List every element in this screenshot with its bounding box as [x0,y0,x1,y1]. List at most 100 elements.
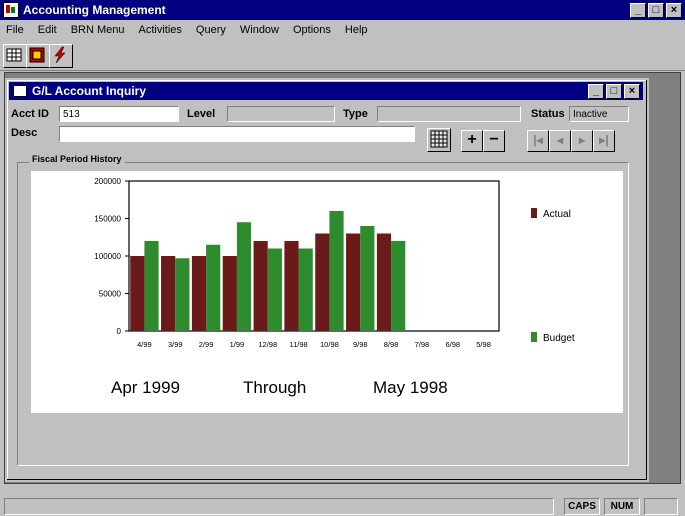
child-minimize-button[interactable]: _ [588,84,604,99]
child-title: G/L Account Inquiry [32,84,147,98]
caps-indicator: CAPS [564,498,600,515]
bar-actual-1 [161,256,176,331]
bar-budget-3 [236,222,252,331]
toolbar [0,40,685,71]
close-button[interactable]: × [666,3,682,18]
fiscal-period-label: Fiscal Period History [29,154,125,164]
maximize-button[interactable]: □ [648,3,664,18]
desc-field[interactable] [59,126,415,142]
bar-budget-6 [329,211,344,331]
bar-budget-5 [298,248,313,331]
chart-panel: 200000 150000 100000 50000 0 4/99 3/99 2/99 1/9… [31,171,623,413]
bar-actual-3 [222,256,237,331]
last-record-button[interactable]: ▸| [593,130,615,152]
bar-actual-6 [315,233,330,331]
add-record-button[interactable]: + [461,130,483,152]
bar-budget-8 [391,241,406,331]
prev-record-button[interactable]: ◂ [549,130,571,152]
menu-window[interactable]: Window [240,24,279,36]
app-window-buttons: _ □ × [628,3,682,18]
num-indicator: NUM [604,498,640,515]
y-tick-label: 0 [117,327,122,336]
menu-brn[interactable]: BRN Menu [71,24,125,36]
lightning-icon [54,46,66,64]
type-field[interactable] [377,106,521,122]
menu-activities[interactable]: Activities [139,24,182,36]
menu-options[interactable]: Options [293,24,331,36]
bar-budget-2 [206,244,221,331]
calculator-button[interactable] [427,128,451,152]
x-axis-labels: 4/99 3/99 2/99 1/99 12/98 11/98 10/98 9/98 8/98 7… [137,340,491,349]
report-icon [29,47,45,63]
y-tick-label: 100000 [94,252,121,261]
bar-budget-0 [144,241,159,331]
app-title: Accounting Management [23,3,166,17]
x-tick-label: 11/98 [289,340,307,349]
status-bar: CAPS NUM [0,494,685,516]
bar-budget-7 [360,226,375,331]
y-tick-label: 50000 [99,290,122,299]
status-label: Status [531,108,565,120]
acct-id-field[interactable]: 513 [59,106,179,122]
level-field[interactable] [227,106,335,122]
x-tick-label: 12/98 [258,340,277,349]
grid-tool-button[interactable] [3,44,27,68]
bar-budget-4 [267,248,282,331]
x-tick-label: 3/99 [168,340,183,349]
type-label: Type [343,108,368,120]
child-close-button[interactable]: × [624,84,640,99]
x-tick-label: 1/99 [230,340,245,349]
range-through-text: Through [243,378,306,397]
menu-query[interactable]: Query [196,24,226,36]
menu-file[interactable]: File [6,24,24,36]
status-message-panel [4,498,554,515]
x-tick-label: 7/98 [415,340,430,349]
calculator-icon [430,130,448,148]
child-maximize-button[interactable]: □ [606,84,622,99]
y-tick-label: 200000 [94,177,121,186]
menu-help[interactable]: Help [345,24,368,36]
remove-record-button[interactable]: − [483,130,505,152]
minimize-button[interactable]: _ [630,3,646,18]
acct-id-label: Acct ID [11,108,49,120]
bar-budget-1 [175,258,190,331]
bar-actual-2 [191,256,207,331]
menu-edit[interactable]: Edit [38,24,57,36]
next-record-button[interactable]: ▸ [571,130,593,152]
x-tick-label: 4/99 [137,340,152,349]
bar-actual-5 [284,241,299,331]
child-window-icon [13,85,27,97]
x-tick-label: 9/98 [353,340,368,349]
desc-label: Desc [11,127,38,139]
mdi-workspace: G/L Account Inquiry _ □ × Acct ID 513 Le… [4,72,681,484]
menu-bar: File Edit BRN Menu Activities Query Wind… [0,20,685,40]
child-titlebar[interactable]: G/L Account Inquiry _ □ × [9,82,643,100]
range-to-text: May 1998 [373,378,448,397]
bar-actual-7 [346,233,361,331]
extra-indicator [644,498,678,515]
legend-label-budget: Budget [543,333,575,344]
bar-actual-8 [376,233,392,331]
y-tick-label: 150000 [94,215,121,224]
report-tool-button[interactable] [26,44,50,68]
x-tick-label: 6/98 [445,340,460,349]
legend-label-actual: Actual [543,209,571,220]
tool-button-3[interactable] [49,44,73,68]
bar-actual-4 [253,241,268,331]
x-tick-label: 10/98 [320,340,339,349]
x-tick-label: 8/98 [384,340,399,349]
status-field[interactable]: Inactive [569,106,629,122]
bar-actual-0 [130,256,145,331]
first-record-button[interactable]: |◂ [527,130,549,152]
fiscal-history-chart: 200000 150000 100000 50000 0 4/99 3/99 2/99 1/9… [94,177,575,397]
app-titlebar[interactable]: Accounting Management _ □ × [0,0,685,20]
grid-icon [6,48,22,62]
range-from-text: Apr 1999 [111,378,180,397]
application-window: Accounting Management _ □ × File Edit BR… [0,0,685,516]
gl-account-inquiry-window: G/L Account Inquiry _ □ × Acct ID 513 Le… [5,78,649,482]
x-tick-label: 5/98 [476,340,491,349]
x-tick-label: 2/99 [199,340,214,349]
app-icon [3,2,19,18]
legend: Actual Budget [531,208,575,344]
level-label: Level [187,108,216,120]
